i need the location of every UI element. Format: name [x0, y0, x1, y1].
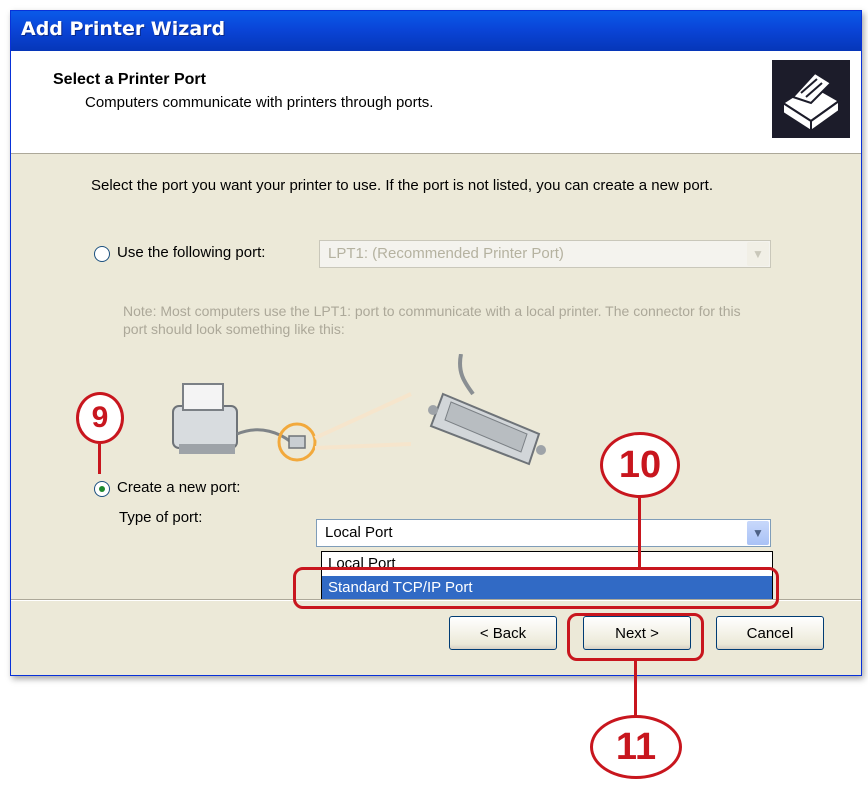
port-type-value: Local Port [325, 524, 393, 541]
annotation-box-tcpip [293, 567, 779, 609]
port-select-disabled: LPT1: (Recommended Printer Port) ▼ [319, 240, 771, 268]
annotation-line-10 [638, 498, 641, 570]
use-port-radio[interactable] [94, 246, 110, 262]
chevron-down-icon[interactable]: ▼ [747, 521, 769, 545]
cancel-button[interactable]: Cancel [716, 616, 824, 650]
printer-icon [772, 60, 850, 138]
port-type-label: Type of port: [119, 509, 203, 526]
window-title: Add Printer Wizard [21, 18, 226, 40]
page-title: Select a Printer Port [53, 71, 206, 88]
annotation-step-11: 11 [590, 715, 682, 779]
annotation-line-9 [98, 444, 101, 474]
port-select-value: LPT1: (Recommended Printer Port) [328, 245, 564, 262]
title-bar[interactable]: Add Printer Wizard [11, 11, 861, 51]
wizard-header: Select a Printer Port Computers communic… [11, 51, 861, 154]
page-subtitle: Computers communicate with printers thro… [85, 94, 434, 111]
create-port-radio[interactable] [94, 481, 110, 497]
create-port-label[interactable]: Create a new port: [117, 479, 240, 496]
instructions-text: Select the port you want your printer to… [91, 177, 714, 194]
annotation-step-9: 9 [76, 392, 124, 444]
annotation-box-next [567, 613, 704, 661]
annotation-step-10: 10 [600, 432, 680, 498]
annotation-line-11 [634, 661, 637, 721]
chevron-down-icon: ▼ [747, 242, 769, 266]
port-connector-illustration [172, 354, 546, 466]
use-port-label[interactable]: Use the following port: [117, 244, 265, 261]
note-text: Note: Most computers use the LPT1: port … [123, 303, 741, 337]
back-button[interactable]: < Back [449, 616, 557, 650]
port-type-select[interactable]: Local Port ▼ [316, 519, 771, 547]
